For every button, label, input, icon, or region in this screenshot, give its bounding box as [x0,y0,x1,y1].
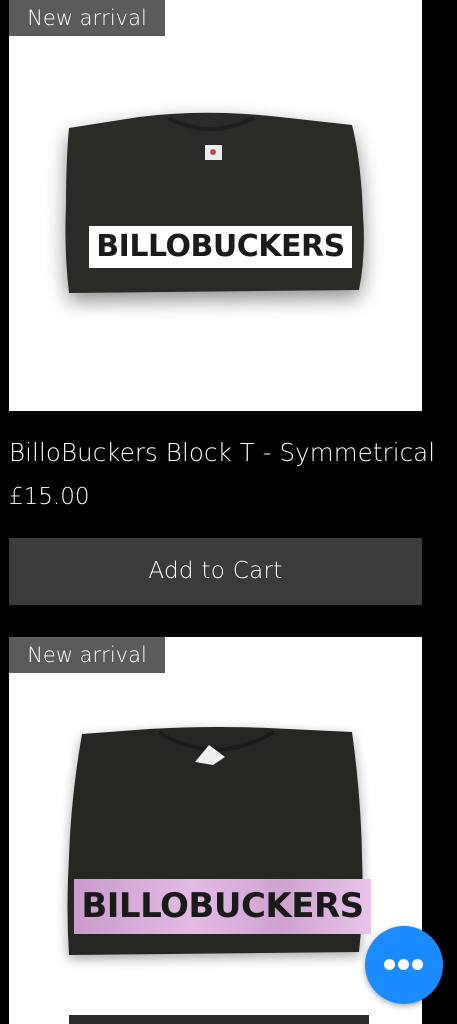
product-image-2[interactable]: New arrival BILLOBUCKERS [9,637,422,1024]
tshirt-image [67,727,371,1024]
shirt-print-text-2: BILLOBUCKERS [81,886,364,926]
new-arrival-badge: New arrival [9,637,165,673]
product-price: £15.00 [9,484,90,510]
page: New arrival BILLOBUCKERS BilloBuckers Bl… [0,0,457,1024]
chat-button[interactable] [365,926,443,1004]
shirt-print-text-1: BILLOBUCKERS [96,229,345,264]
tshirt-image [65,112,364,293]
new-arrival-badge: New arrival [9,0,165,36]
add-to-cart-button[interactable]: Add to Cart [9,538,422,605]
product-title[interactable]: BilloBuckers Block T - Symmetrical [9,438,435,467]
product-image-1[interactable]: New arrival BILLOBUCKERS [9,0,422,411]
